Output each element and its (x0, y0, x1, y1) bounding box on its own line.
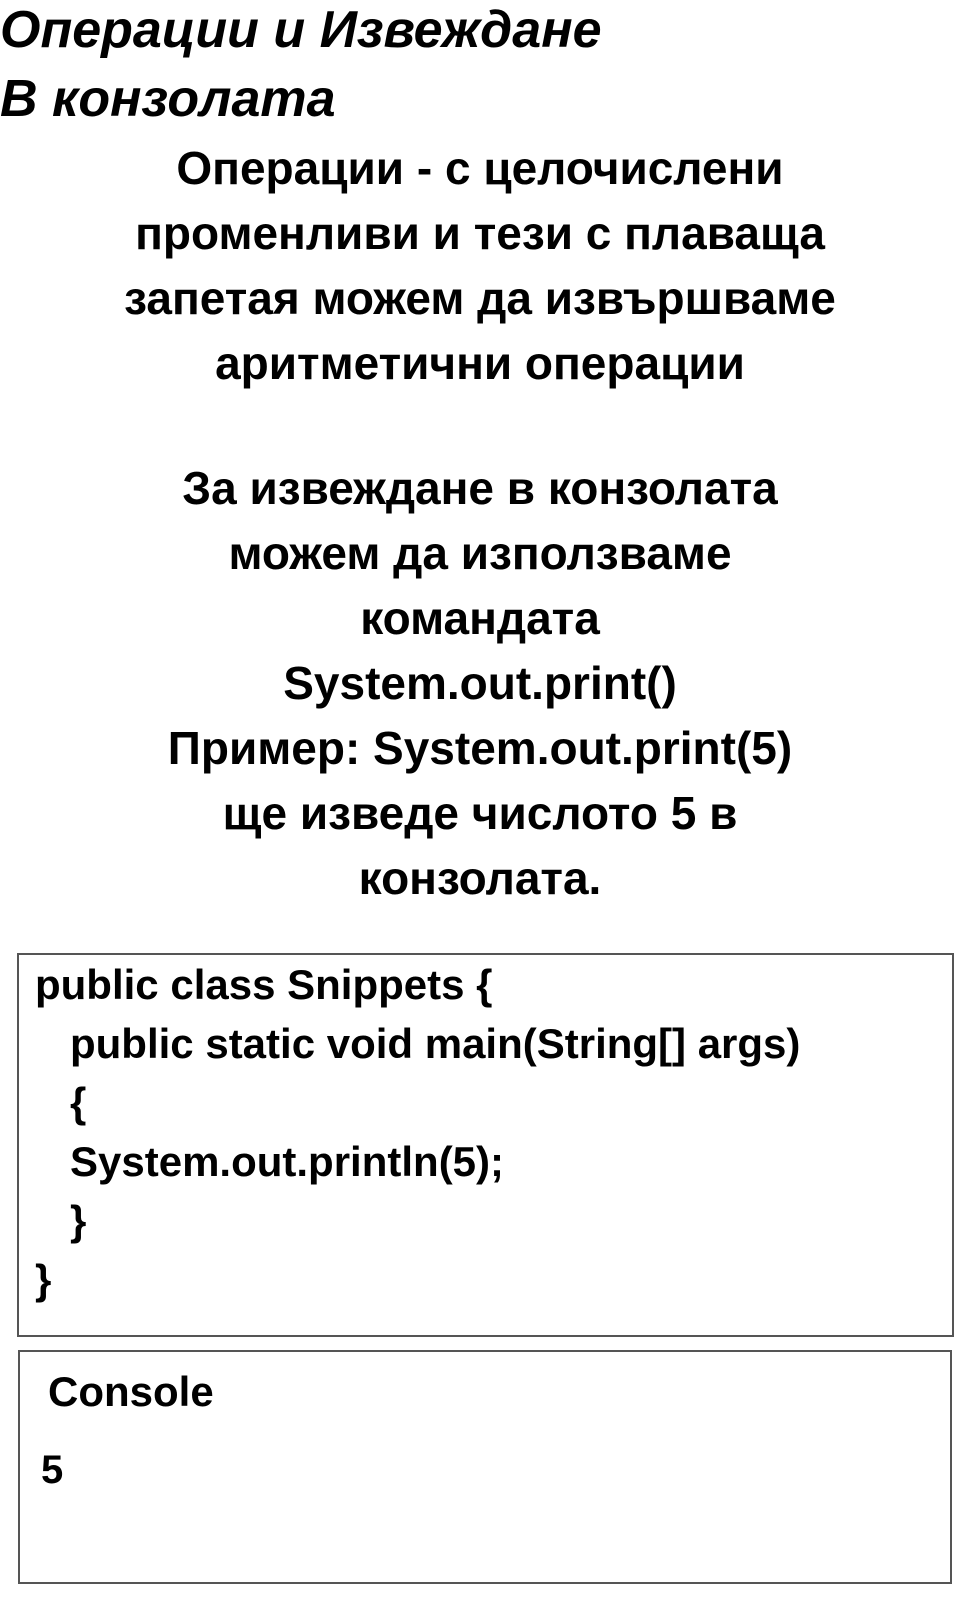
slide-title-line-2: В конзолата (0, 70, 336, 128)
paragraph-line: Пример: System.out.print(5) (167, 722, 793, 774)
code-snippet-box: public class Snippets { public static vo… (17, 953, 954, 1337)
code-line: { (70, 1079, 87, 1126)
paragraph-line: аритметични операции (215, 337, 745, 389)
code-line: } (35, 1256, 52, 1303)
code-line: } (70, 1197, 87, 1244)
paragraph-line: Операции - с целочислени (176, 142, 784, 194)
paragraph-line: променливи и тези с плаваща (135, 207, 825, 259)
console-panel: Console 5 (18, 1350, 952, 1584)
paragraph-line: ще изведе числото 5 в (222, 787, 738, 839)
paragraph-line: командата (360, 592, 600, 644)
slide-title-line-1: Операции и Извеждане (0, 1, 602, 59)
arithmetic-operations-paragraph: Операции - с целочислени променливи и те… (0, 136, 960, 396)
console-output-paragraph: За извеждане в конзолата можем да използ… (0, 456, 960, 911)
code-line: public static void main(String[] args) (70, 1020, 801, 1067)
paragraph-line: запетая можем да извършваме (124, 272, 836, 324)
code-line: public class Snippets { (35, 961, 493, 1008)
paragraph-line: конзолата. (358, 852, 602, 904)
paragraph-line: можем да използваме (228, 527, 732, 579)
code-line: System.out.println(5); (70, 1138, 505, 1185)
paragraph-line: За извеждане в конзолата (182, 462, 778, 514)
paragraph-line: System.out.print() (283, 657, 677, 709)
console-output: 5 (41, 1448, 64, 1492)
console-label: Console (48, 1368, 214, 1415)
